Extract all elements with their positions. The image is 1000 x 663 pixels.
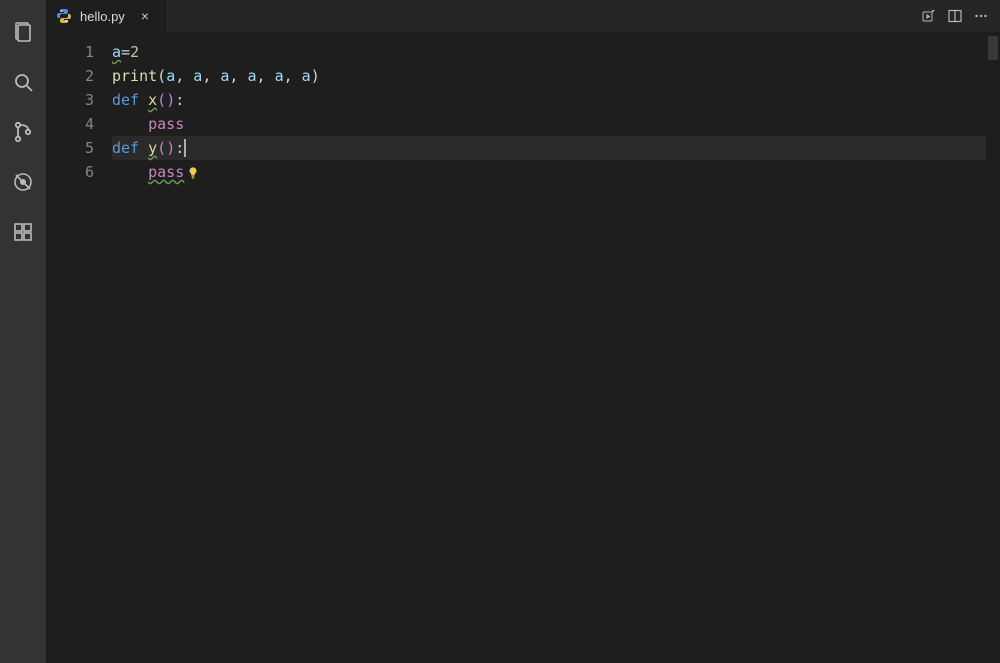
tab-hello-py[interactable]: hello.py × bbox=[46, 0, 166, 32]
line-number: 1 bbox=[46, 40, 94, 64]
run-file-icon[interactable] bbox=[918, 5, 940, 27]
activity-bar bbox=[0, 0, 46, 663]
line-number: 5 bbox=[46, 136, 94, 160]
code-line[interactable]: pass bbox=[112, 160, 986, 184]
tab-filename: hello.py bbox=[80, 9, 125, 24]
code-line[interactable]: def x(): bbox=[112, 88, 986, 112]
editor-actions bbox=[910, 0, 1000, 32]
code-line[interactable]: pass bbox=[112, 112, 986, 136]
code-editor[interactable]: 123456 a=2print(a, a, a, a, a, a)def x()… bbox=[46, 32, 1000, 663]
split-editor-icon[interactable] bbox=[944, 5, 966, 27]
line-number: 4 bbox=[46, 112, 94, 136]
activity-source-control-icon[interactable] bbox=[0, 110, 46, 154]
tab-close-button[interactable]: × bbox=[137, 6, 153, 26]
activity-search-icon[interactable] bbox=[0, 60, 46, 104]
python-file-icon bbox=[56, 8, 72, 24]
code-line[interactable]: print(a, a, a, a, a, a) bbox=[112, 64, 986, 88]
activity-extensions-icon[interactable] bbox=[0, 210, 46, 254]
scrollbar-thumb[interactable] bbox=[988, 36, 998, 60]
activity-explorer-icon[interactable] bbox=[0, 10, 46, 54]
line-number-gutter: 123456 bbox=[46, 32, 112, 663]
activity-debug-icon[interactable] bbox=[0, 160, 46, 204]
lightbulb-icon[interactable] bbox=[186, 166, 200, 180]
more-actions-icon[interactable] bbox=[970, 5, 992, 27]
line-number: 3 bbox=[46, 88, 94, 112]
code-line[interactable]: a=2 bbox=[112, 40, 986, 64]
code-line[interactable]: def y(): bbox=[112, 136, 986, 160]
text-cursor bbox=[184, 139, 186, 157]
code-area[interactable]: a=2print(a, a, a, a, a, a)def x(): passd… bbox=[112, 32, 986, 663]
tab-bar: hello.py × bbox=[46, 0, 1000, 32]
scrollbar[interactable] bbox=[986, 32, 1000, 663]
line-number: 6 bbox=[46, 160, 94, 184]
line-number: 2 bbox=[46, 64, 94, 88]
